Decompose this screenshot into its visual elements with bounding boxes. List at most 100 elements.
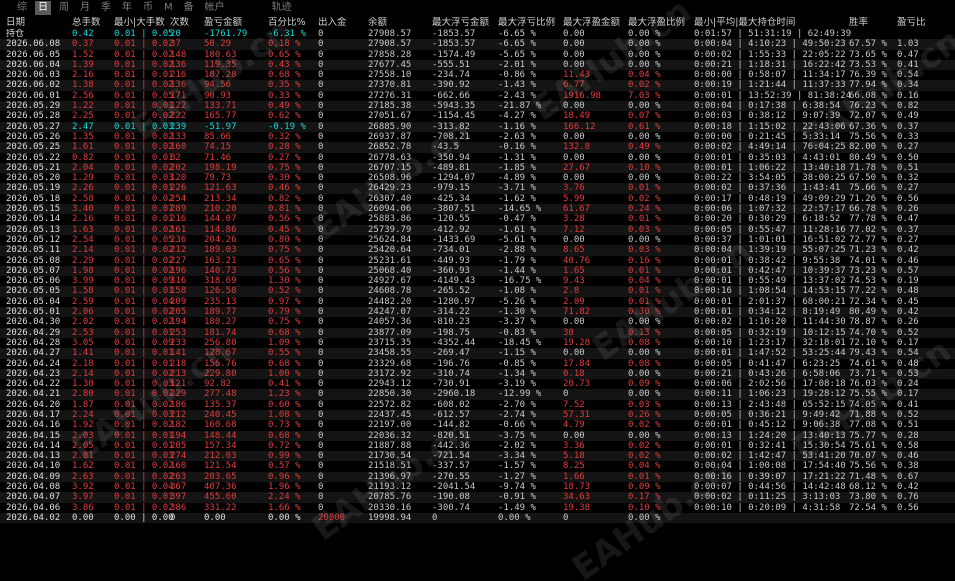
table-row[interactable]: 2026.05.13 1.63 0.01 | 0.02 161 114.86 0.45 %… xyxy=(0,224,955,235)
cell-hold-time: 0:00:21 | 0:43:26 | 6:58:06 xyxy=(694,368,841,379)
cell-pnl-ratio: 0.37 xyxy=(897,121,919,132)
table-row[interactable]: 2026.05.01 2.06 0.01 | 0.02 205 189.77 0.79 %… xyxy=(0,307,955,318)
header-balance[interactable]: 余额 xyxy=(368,17,387,29)
table-row[interactable]: 2026.05.19 2.26 0.01 | 0.01 226 121.63 0.46 %… xyxy=(0,183,955,194)
tab-9[interactable]: 帐户 xyxy=(202,1,228,15)
tab-4[interactable]: 季 xyxy=(98,1,114,15)
cell-total-lots: 1.39 xyxy=(72,59,94,70)
table-row[interactable]: 2026.04.17 2.24 0.01 | 0.03 212 240.45 1.08 %… xyxy=(0,409,955,421)
tab-7[interactable]: M xyxy=(161,1,176,15)
table-row[interactable]: 2026.05.12 2.54 0.01 | 0.05 236 204.26 0.80 %… xyxy=(0,235,955,245)
header-total-lots[interactable]: 总手数 xyxy=(72,17,101,29)
tab-1[interactable]: 日 xyxy=(35,1,51,15)
header-max-float-profit-pct[interactable]: 最大浮盈比例 xyxy=(628,17,685,29)
table-row[interactable]: 2026.04.07 3.97 0.01 | 0.01 397 455.60 2.24 %… xyxy=(0,492,955,503)
table-row[interactable]: 2026.05.05 1.58 0.01 | 0.01 158 126.58 0.52 %… xyxy=(0,286,955,297)
cell-percent: 0.75 % xyxy=(268,245,301,256)
header-pnl[interactable]: 盈亏金额 xyxy=(204,17,242,29)
tab-5[interactable]: 年 xyxy=(119,1,135,15)
cell-hold-time: 0:00:16 | 0:39:07 | 17:21:22 xyxy=(694,471,846,482)
table-row[interactable]: 2026.04.21 2.80 0.01 | 0.07 229 277.48 1.23 %… xyxy=(0,389,955,400)
cell-max-float-profit-pct: 0.00 % xyxy=(628,317,661,328)
cell-max-float-loss: -662.66 xyxy=(432,90,470,101)
cell-min-max-lots: 0.01 | 0.01 xyxy=(114,327,174,338)
header-min-max-lots[interactable]: 最小|大手数 xyxy=(114,17,165,29)
table-row[interactable]: 2026.04.06 3.86 0.01 | 0.02 386 331.22 1.66 %… xyxy=(0,503,955,513)
table-row[interactable]: 2026.04.20 1.87 0.01 | 0.02 186 135.37 0.60 %… xyxy=(0,400,955,410)
table-row[interactable]: 2026.04.08 3.92 0.01 | 0.04 367 407.36 1.96 %… xyxy=(0,482,955,492)
cell-deposit: 0 xyxy=(318,358,324,369)
table-row[interactable]: 2026.05.11 2.14 0.01 | 0.02 212 189.03 0.75 %… xyxy=(0,245,955,256)
table-row[interactable]: 2026.04.27 1.41 0.01 | 0.01 141 128.67 0.55 %… xyxy=(0,348,955,359)
table-row[interactable]: 2026.05.20 1.29 0.01 | 0.03 120 79.73 0.30 % 0… xyxy=(0,173,955,183)
table-row[interactable]: 2026.05.07 1.98 0.01 | 0.02 196 140.73 0.56 %… xyxy=(0,265,955,277)
cell-deposit: 0 xyxy=(318,502,324,513)
tab-3[interactable]: 月 xyxy=(77,1,93,15)
table-row[interactable]: 2026.04.23 2.14 0.01 | 0.02 213 229.80 1.00 %… xyxy=(0,368,955,380)
table-row[interactable]: 2026.05.22 0.82 0.01 | 0.01 82 71.46 0.27 % 0 2… xyxy=(0,153,955,163)
cell-max-float-profit: 18.73 xyxy=(563,482,591,493)
tab-8[interactable]: 备 xyxy=(181,1,197,15)
cell-hold-time: 0:00:04 | 0:17:38 | 6:38:54 xyxy=(694,101,841,112)
header-max-float-loss[interactable]: 最大浮亏金额 xyxy=(432,17,489,29)
table-row[interactable]: 2026.06.01 2.56 0.01 | 0.05 171 90.93 0.33 % 0… xyxy=(0,91,955,101)
cell-deposit: 0 xyxy=(318,111,324,122)
header-trades[interactable]: 次数 xyxy=(170,17,189,29)
cell-balance: 27908.57 xyxy=(368,39,412,50)
table-row[interactable]: 2026.04.14 2.05 0.01 | 0.01 205 157.34 0.72 %… xyxy=(0,441,955,451)
table-row[interactable]: 2026.05.25 1.61 0.01 | 0.02 160 74.15 0.28 % 0… xyxy=(0,142,955,153)
cell-deposit: 0 xyxy=(318,307,324,318)
cell-max-float-profit: 166.12 xyxy=(563,121,596,132)
table-row[interactable]: 2026.06.04 1.39 0.01 | 0.02 136 119.35 0.43 %… xyxy=(0,59,955,71)
table-row[interactable]: 2026.05.08 2.29 0.01 | 0.02 227 163.21 0.65 %… xyxy=(0,256,955,266)
table-row[interactable]: 2026.04.15 2.03 0.01 | 0.01 194 148.44 0.68 %… xyxy=(0,430,955,441)
cell-pnl: 180.27 xyxy=(204,317,237,328)
table-row[interactable]: 2026.04.24 2.18 0.01 | 0.01 218 156.76 0.68 %… xyxy=(0,359,955,369)
header-max-float-profit[interactable]: 最大浮盈金额 xyxy=(563,17,620,29)
cell-hold-time: 0:00:01 | 1:06:22 | 13:40:18 xyxy=(694,162,846,173)
cell-win-rate: 72.54 % xyxy=(849,502,887,513)
table-row[interactable]: 2026.04.28 3.05 0.01 | 0.09 233 256.80 1.09 %… xyxy=(0,338,955,348)
header-max-float-loss-pct[interactable]: 最大浮亏比例 xyxy=(498,17,555,29)
table-row[interactable]: 2026.04.29 2.53 0.01 | 0.01 253 181.74 0.68 %… xyxy=(0,327,955,338)
table-row[interactable]: 2026.04.22 1.30 0.01 | 0.03 121 92.82 0.41 % 0… xyxy=(0,379,955,389)
table-row[interactable]: 2026.05.06 3.99 0.01 | 0.09 316 318.69 1.30 %… xyxy=(0,276,955,286)
table-row[interactable]: 2026.06.05 1.52 0.01 | 0.02 148 180.63 0.65 %… xyxy=(0,50,955,60)
table-row[interactable]: 2026.05.18 2.58 0.01 | 0.02 254 213.34 0.82 %… xyxy=(0,194,955,204)
table-row[interactable]: 2026.05.28 2.25 0.01 | 0.02 222 165.77 0.62 %… xyxy=(0,111,955,121)
table-row[interactable]: 2026.06.03 2.16 0.01 | 0.01 216 187.28 0.68 %… xyxy=(0,70,955,80)
table-row[interactable]: 2026.05.27 2.47 0.01 | 0.03 239 -51.97 -0.19 … xyxy=(0,121,955,132)
table-row[interactable]: 2026.04.13 2.81 0.01 | 0.03 274 212.03 0.99 %… xyxy=(0,451,955,462)
header-date[interactable]: 日期 xyxy=(6,17,25,29)
header-win-rate[interactable]: 胜率 xyxy=(849,17,868,29)
header-pnl-ratio[interactable]: 盈亏比 xyxy=(897,17,926,29)
cell-date: 2026.04.21 xyxy=(6,389,61,400)
cell-max-float-loss-pct: -2.01 % xyxy=(498,59,536,70)
header-percent[interactable]: 百分比% xyxy=(268,17,306,29)
position-row[interactable]: 持仓 0.42 0.01 | 0.05 20 -1761.79 -6.31 % 0 27908… xyxy=(0,29,955,39)
tab-6[interactable]: 币 xyxy=(140,1,156,15)
table-row[interactable]: 2026.05.14 2.16 0.01 | 0.01 216 144.07 0.56 %… xyxy=(0,214,955,224)
tab-10[interactable]: 轨迹 xyxy=(269,1,295,15)
table-row[interactable]: 2026.05.04 2.59 0.01 | 0.04 209 235.13 0.97 %… xyxy=(0,297,955,307)
table-row[interactable]: 2026.04.30 2.02 0.01 | 0.02 194 180.27 0.75 %… xyxy=(0,317,955,327)
header-deposit[interactable]: 出入金 xyxy=(318,17,347,29)
cell-date: 2026.05.18 xyxy=(6,193,61,204)
table-row[interactable]: 2026.05.15 3.40 0.01 | 0.07 289 210.20 0.81 %… xyxy=(0,204,955,215)
table-row[interactable]: 2026.06.08 0.37 0.01 | 0.02 37 50.29 0.18 % 0 2… xyxy=(0,39,955,50)
table-row[interactable]: 2026.05.21 2.04 0.01 | 0.02 202 198.19 0.75 %… xyxy=(0,162,955,174)
tab-0[interactable]: 综 xyxy=(14,1,30,15)
table-row[interactable]: 2026.05.26 1.35 0.01 | 0.02 133 85.66 0.32 % 0… xyxy=(0,132,955,142)
table-row[interactable]: 2026.04.16 1.92 0.01 | 0.02 182 160.68 0.73 %… xyxy=(0,420,955,430)
table-row[interactable]: 2026.06.02 1.38 0.01 | 0.02 136 94.56 0.35 % 0… xyxy=(0,80,955,91)
cell-percent: 0.81 % xyxy=(268,204,301,215)
cell-max-float-loss-pct: -1.61 % xyxy=(498,224,536,235)
header-hold-time[interactable]: 最小|平均|最大持仓时间 xyxy=(694,17,795,29)
cell-hold-time: 0:00:21 | 1:18:31 | 16:22:42 xyxy=(694,59,846,70)
table-row[interactable]: 2026.04.02 0.00 0.00 | 0.00 0 0.00 0.00 % 2000… xyxy=(0,512,955,524)
table-row[interactable]: 2026.04.09 2.63 0.01 | 0.02 263 203.65 0.96 %… xyxy=(0,471,955,483)
table-row[interactable]: 2026.04.10 1.62 0.01 | 0.02 160 121.54 0.57 %… xyxy=(0,461,955,471)
tab-2[interactable]: 周 xyxy=(56,1,72,15)
cell-total-lots: 2.54 xyxy=(72,234,94,245)
table-row[interactable]: 2026.05.29 1.22 0.01 | 0.01 122 133.71 0.49 %… xyxy=(0,101,955,112)
